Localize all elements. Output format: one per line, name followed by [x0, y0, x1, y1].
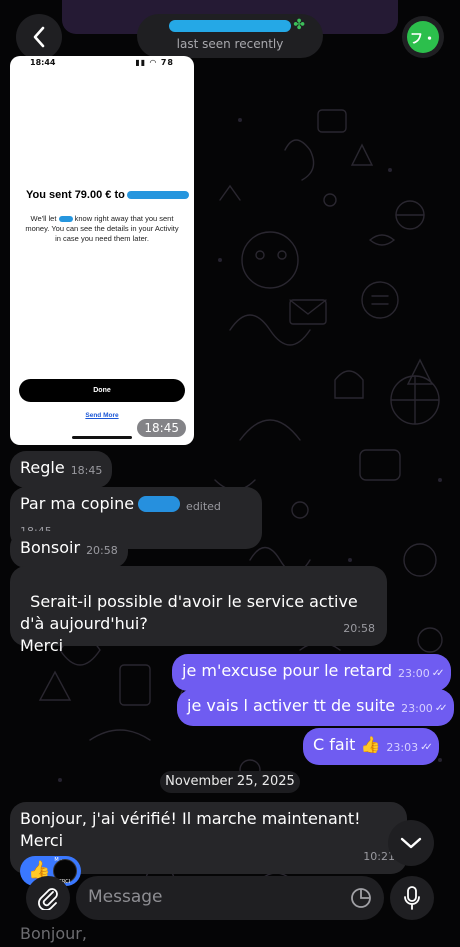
clover-icon: ✤: [293, 17, 305, 33]
incoming-message[interactable]: Bonsoir 20:58: [10, 531, 128, 568]
read-check-icon: ✓✓: [420, 742, 433, 753]
avatar-initials: フ・: [407, 21, 439, 53]
back-button[interactable]: [16, 14, 62, 60]
message-input[interactable]: Message: [76, 876, 384, 920]
outgoing-message[interactable]: C fait 👍 23:03 ✓✓: [303, 728, 439, 765]
photo-send-more-link: Send More: [85, 412, 119, 419]
photo-sent-text: You sent 79.00 € to: [10, 189, 194, 201]
photo-home-indicator: [72, 436, 132, 439]
photo-done-button: Done: [19, 379, 185, 402]
date-separator: November 25, 2025: [160, 771, 300, 793]
contact-status: last seen recently: [176, 37, 284, 51]
chevron-left-icon: [33, 26, 45, 48]
chevron-down-icon: [400, 837, 422, 849]
redacted-name: [58, 216, 73, 223]
message-text: Serait-il possible d'avoir le service ac…: [20, 592, 358, 655]
outgoing-message[interactable]: je m'excuse pour le retard 23:00 ✓✓: [172, 654, 451, 691]
message-time: 23:00: [401, 702, 433, 715]
message-time: 20:58: [343, 622, 375, 635]
redacted-recipient: [126, 191, 189, 200]
read-check-icon: ✓✓: [434, 703, 448, 714]
outgoing-message[interactable]: je vais l activer tt de suite 23:00 ✓✓: [177, 689, 454, 726]
paperclip-icon: [38, 888, 58, 910]
contact-name-redacted: ✤: [169, 17, 305, 33]
photo-status-time: 18:44: [30, 58, 56, 67]
attach-button[interactable]: [26, 876, 70, 920]
message-text: C fait 👍: [313, 735, 381, 754]
incoming-message[interactable]: Serait-il possible d'avoir le service ac…: [10, 566, 387, 655]
message-text: Bonsoir: [20, 538, 81, 557]
message-time: 23:00: [398, 667, 430, 680]
photo-status-icons: ▮▮ ◠ 78: [135, 58, 174, 67]
message-text: je vais l activer tt de suite: [187, 696, 396, 715]
sticker-icon[interactable]: [350, 887, 372, 909]
message-text: je m'excuse pour le retard: [182, 661, 393, 680]
photo-sent-label: You sent 79.00 € to: [26, 189, 125, 201]
photo-desc-before: We'll let: [30, 214, 57, 223]
photo-description: We'll let know right away that you sent …: [24, 214, 180, 244]
microphone-button[interactable]: [390, 876, 434, 920]
message-time: 18:45: [70, 464, 103, 477]
next-message-preview: Bonjour,: [20, 924, 87, 943]
message-time: 20:58: [86, 544, 118, 557]
message-composer: Message: [0, 871, 460, 925]
message-text: Bonjour, j'ai vérifié! Il marche mainten…: [20, 809, 361, 850]
incoming-message[interactable]: Regle 18:45: [10, 451, 113, 488]
scroll-down-button[interactable]: [388, 820, 434, 866]
read-check-icon: ✓✓: [431, 668, 445, 679]
message-text: Regle: [20, 458, 65, 477]
incoming-message[interactable]: Bonjour, j'ai vérifié! Il marche mainten…: [10, 802, 407, 886]
microphone-icon: [404, 886, 420, 910]
photo-status-bar: 18:44 ▮▮ ◠ 78: [10, 56, 194, 69]
message-text: Par ma copine: [20, 494, 135, 513]
photo-message[interactable]: 18:44 ▮▮ ◠ 78 You sent 79.00 € to We'll …: [10, 56, 194, 445]
chat-title[interactable]: ✤ last seen recently: [137, 14, 323, 58]
redacted-name: [138, 495, 181, 512]
message-placeholder: Message: [88, 887, 163, 907]
message-time: 23:03: [386, 741, 419, 754]
contact-avatar[interactable]: フ・: [402, 16, 444, 58]
photo-timestamp: 18:45: [137, 419, 186, 437]
